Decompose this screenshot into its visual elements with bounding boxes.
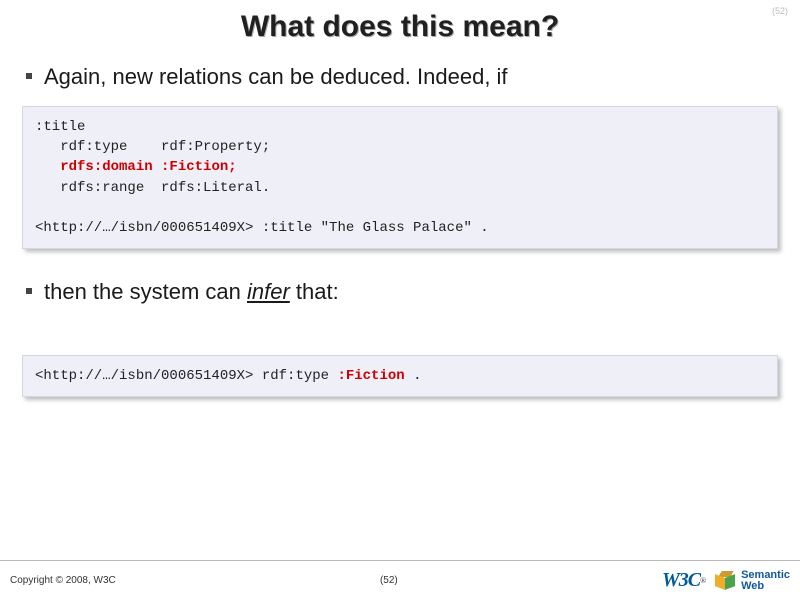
code-line: :title xyxy=(35,119,85,135)
code-highlight: :Fiction xyxy=(337,368,404,384)
bullet-marker-icon xyxy=(26,73,32,79)
bullet-2-suffix: that: xyxy=(290,279,339,304)
code-line: rdf:type rdf:Property; xyxy=(35,139,270,155)
page-number-top: (52) xyxy=(772,6,788,16)
sw-text-top: Semantic xyxy=(741,570,790,581)
code-block-1: :title rdf:type rdf:Property; rdfs:domai… xyxy=(22,106,778,250)
code-line xyxy=(35,159,60,175)
bullet-2-text: then the system can infer that: xyxy=(44,277,339,307)
w3c-logo-icon: W3C® xyxy=(662,569,705,592)
bullet-2-prefix: then the system can xyxy=(44,279,247,304)
code-line: . xyxy=(405,368,422,384)
bullet-2: then the system can infer that: xyxy=(26,277,774,307)
code-line: <http://…/isbn/000651409X> rdf:type xyxy=(35,368,337,384)
cube-icon xyxy=(715,570,737,592)
code-block-2: <http://…/isbn/000651409X> rdf:type :Fic… xyxy=(22,355,778,397)
footer: Copyright © 2008, W3C (52) W3C® Semantic… xyxy=(0,560,800,600)
copyright-text: Copyright © 2008, W3C xyxy=(10,575,116,586)
infer-word: infer xyxy=(247,279,290,304)
footer-page-number: (52) xyxy=(116,575,662,586)
code-highlight: rdfs:domain :Fiction; xyxy=(60,159,236,175)
slide: (52) What does this mean? Again, new rel… xyxy=(0,0,800,600)
bullet-1: Again, new relations can be deduced. Ind… xyxy=(26,62,774,92)
sw-text-bottom: Web xyxy=(741,581,790,592)
slide-title: What does this mean? xyxy=(16,10,784,44)
code-line: <http://…/isbn/000651409X> :title "The G… xyxy=(35,220,489,236)
code-line: rdfs:range rdfs:Literal. xyxy=(35,180,270,196)
bullet-1-text: Again, new relations can be deduced. Ind… xyxy=(44,62,508,92)
footer-logos: W3C® Semantic Web xyxy=(662,569,790,592)
bullet-marker-icon xyxy=(26,288,32,294)
semantic-web-logo-icon: Semantic Web xyxy=(715,570,790,592)
